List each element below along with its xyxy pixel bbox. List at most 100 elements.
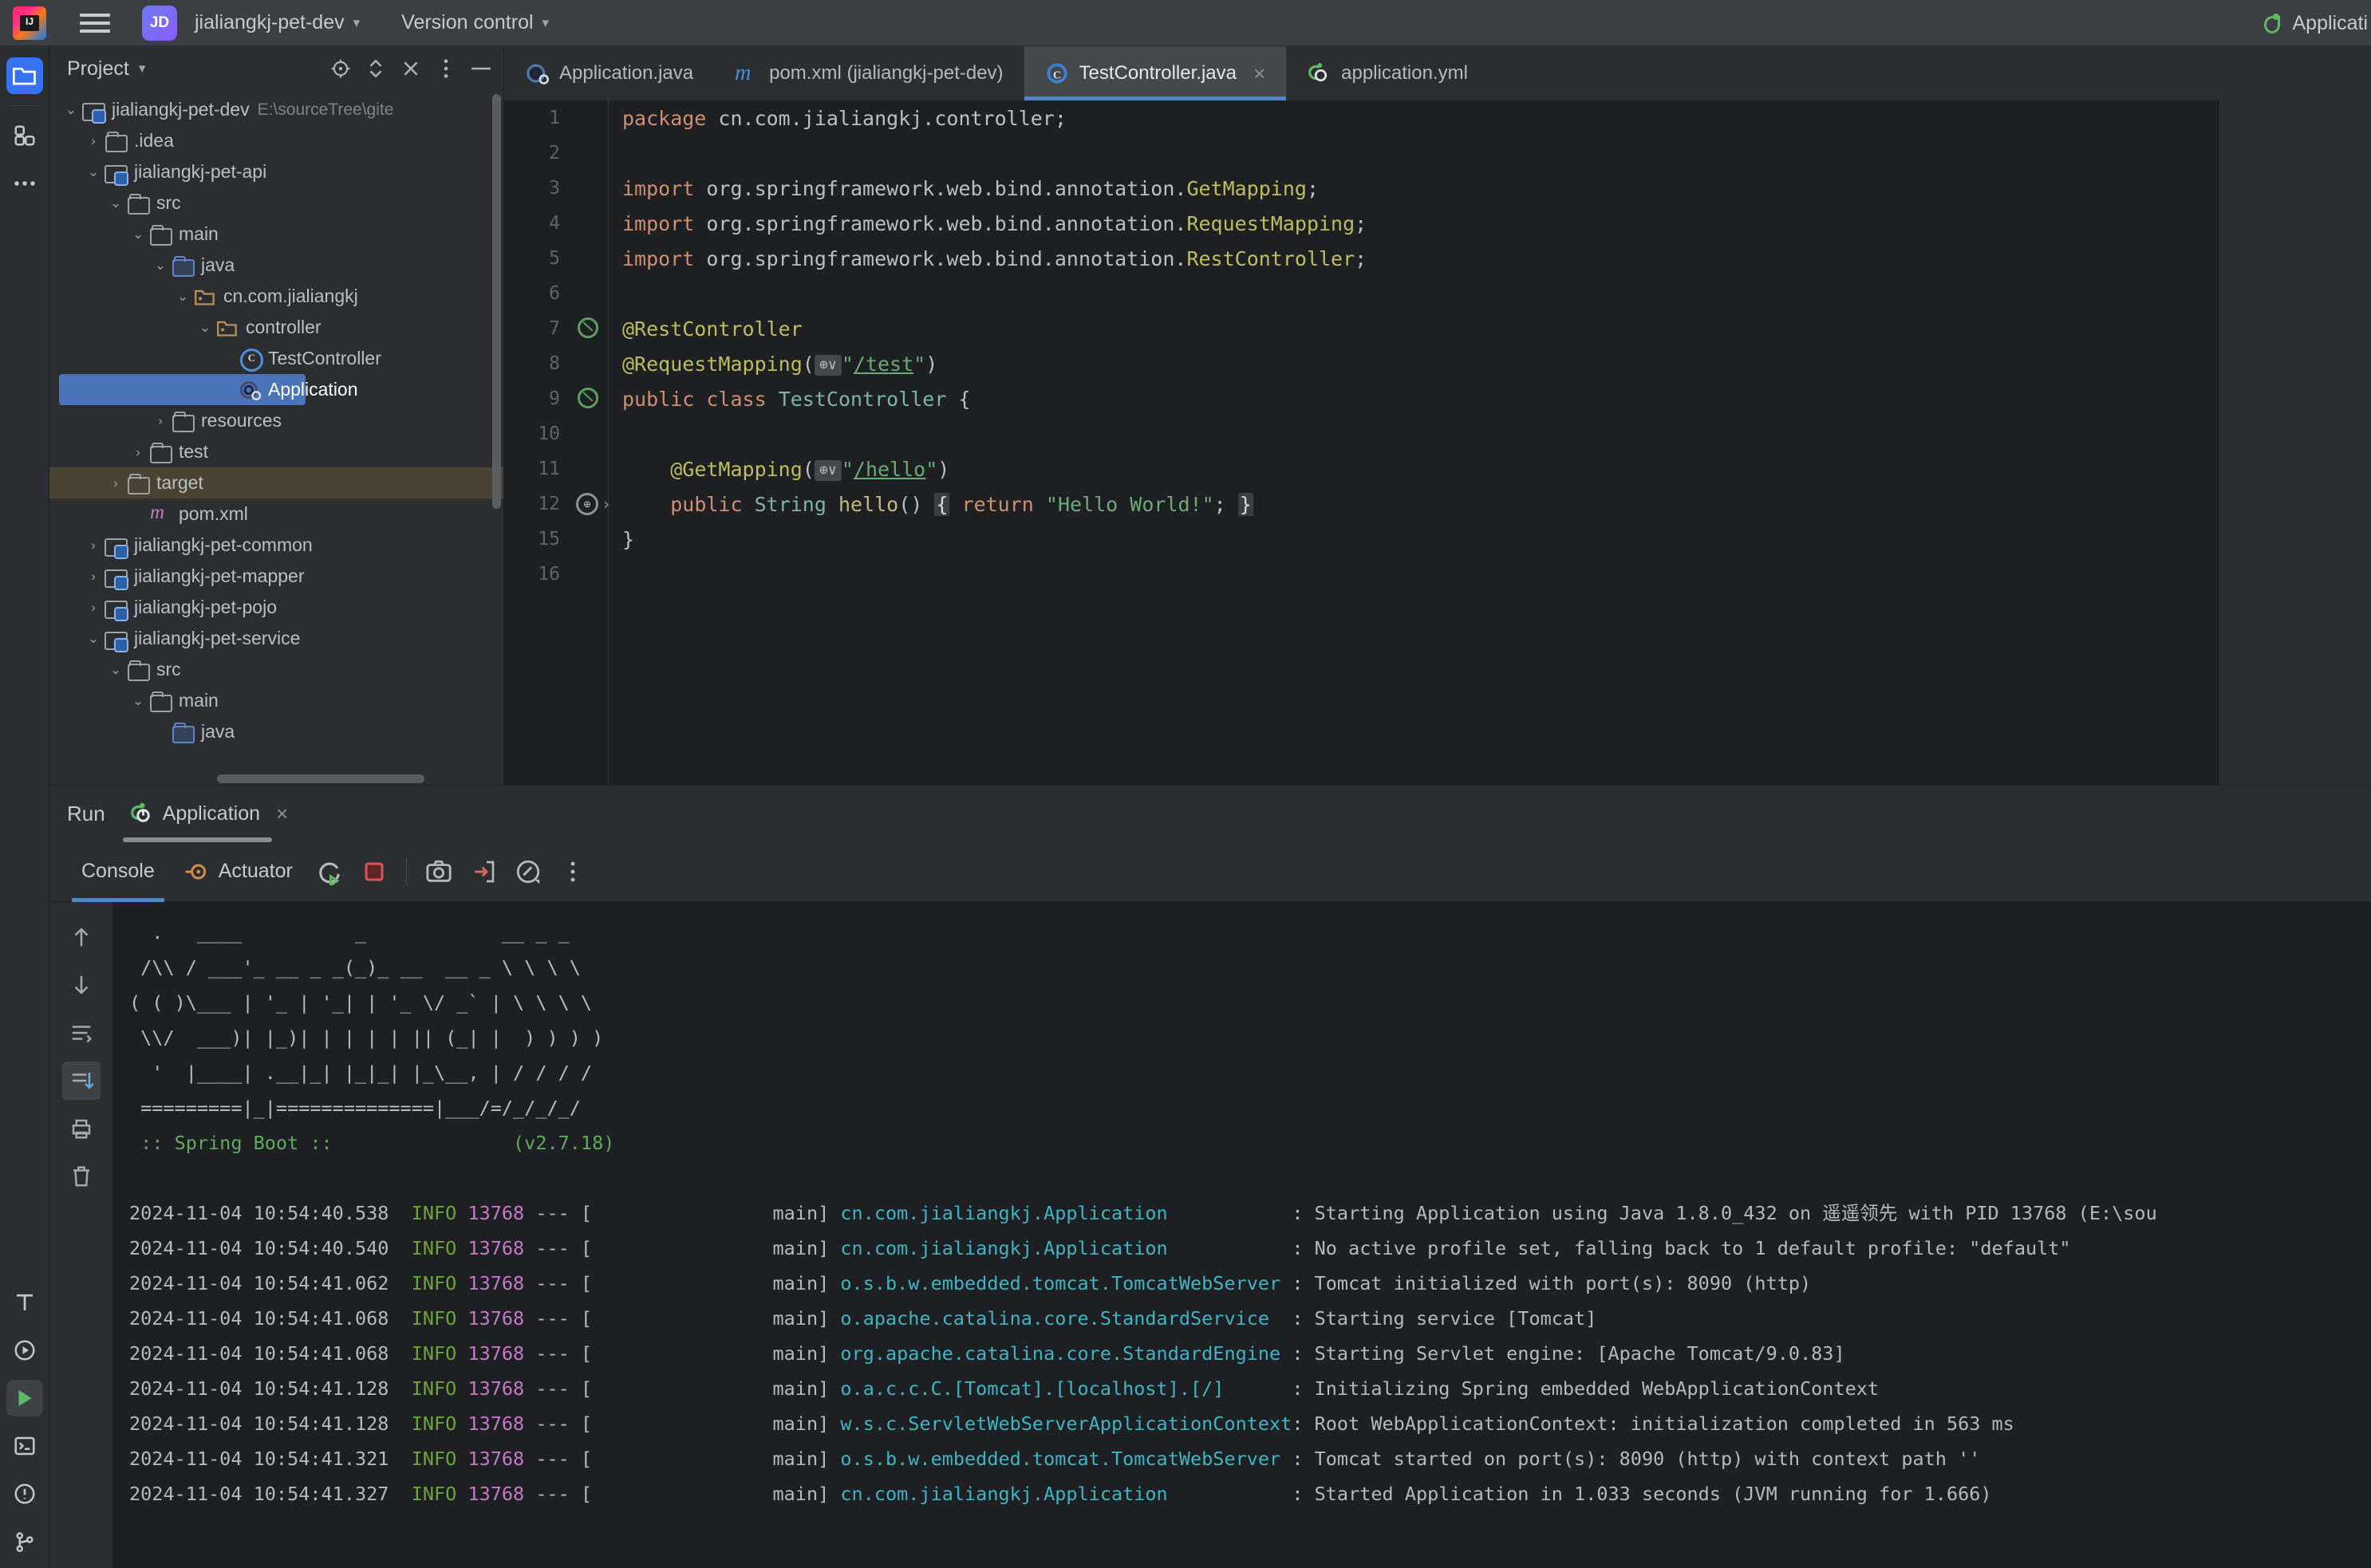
more-options-button[interactable] bbox=[554, 853, 592, 891]
chevron-down-icon[interactable]: ⌄ bbox=[172, 289, 193, 305]
tree-node-jialiangkj-pet-common[interactable]: › jialiangkj-pet-common bbox=[49, 530, 503, 561]
chevron-right-icon[interactable]: › bbox=[105, 475, 126, 491]
chevron-down-icon[interactable]: ⌄ bbox=[61, 102, 81, 118]
sidebar-item-terminal[interactable] bbox=[6, 1428, 43, 1464]
code-line[interactable]: 7 @RestController bbox=[504, 311, 2371, 346]
tree-node-main[interactable]: ⌄ main bbox=[49, 685, 503, 716]
tree-node-target[interactable]: › target bbox=[49, 467, 503, 498]
chevron-down-icon[interactable]: ⌄ bbox=[128, 227, 148, 242]
chevron-right-icon[interactable] bbox=[217, 351, 238, 367]
scroll-up-button[interactable] bbox=[62, 918, 101, 956]
version-control-dropdown[interactable]: Version control ▾ bbox=[395, 8, 555, 37]
sidebar-item-project[interactable] bbox=[6, 57, 43, 94]
editor-tab-application-java[interactable]: Application.java bbox=[504, 46, 714, 100]
tree-node-jialiangkj-pet-api[interactable]: ⌄ jialiangkj-pet-api bbox=[49, 156, 503, 187]
close-icon[interactable]: × bbox=[276, 802, 288, 826]
expand-collapse-button[interactable] bbox=[361, 54, 390, 83]
tree-node-java[interactable]: java bbox=[49, 716, 503, 747]
chevron-right-icon[interactable] bbox=[217, 382, 238, 398]
tree-node-testcontroller[interactable]: TestController bbox=[49, 343, 503, 374]
code-line[interactable]: 2 bbox=[504, 136, 2371, 171]
code-line[interactable]: 5 import org.springframework.web.bind.ann… bbox=[504, 241, 2371, 276]
tree-node-jialiangkj-pet-dev[interactable]: ⌄ jialiangkj-pet-dev E:\sourceTree\gite bbox=[49, 94, 503, 125]
chevron-right-icon[interactable] bbox=[150, 724, 171, 740]
main-menu-hamburger-icon[interactable] bbox=[80, 11, 110, 35]
chevron-right-icon[interactable] bbox=[128, 506, 148, 522]
panel-options-button[interactable] bbox=[432, 54, 460, 83]
code-line[interactable]: 11 @GetMapping(⊕∨ "/hello") bbox=[504, 451, 2371, 487]
editor-tab-testcontroller-java[interactable]: C TestController.java × bbox=[1024, 46, 1287, 100]
web-endpoint-gutter-icon[interactable]: ⊕ bbox=[576, 493, 598, 515]
scroll-to-end-button[interactable] bbox=[61, 1062, 101, 1100]
stop-button[interactable] bbox=[355, 853, 393, 891]
chevron-right-icon[interactable]: › bbox=[602, 494, 611, 514]
chevron-down-icon[interactable]: ⌄ bbox=[83, 631, 104, 647]
tree-node-controller[interactable]: ⌄ controller bbox=[49, 312, 503, 343]
soft-wrap-button[interactable] bbox=[62, 1014, 101, 1052]
code-line[interactable]: 16 bbox=[504, 557, 2371, 592]
sidebar-item-more[interactable] bbox=[6, 165, 43, 202]
inspection-gutter-icon[interactable] bbox=[578, 388, 598, 408]
tree-node-cn-com-jialiangkj[interactable]: ⌄ cn.com.jialiangkj bbox=[49, 281, 503, 312]
close-icon[interactable]: × bbox=[1253, 61, 1265, 86]
code-line[interactable]: 4 import org.springframework.web.bind.ann… bbox=[504, 206, 2371, 241]
sidebar-item-run[interactable] bbox=[6, 1332, 43, 1369]
print-button[interactable] bbox=[62, 1109, 101, 1148]
tab-actuator[interactable]: Actuator bbox=[169, 851, 307, 892]
editor-tab-pom-xml-jialiangkj-pet-dev-[interactable]: m pom.xml (jialiangkj-pet-dev) bbox=[714, 46, 1024, 100]
chevron-right-icon[interactable]: › bbox=[83, 538, 104, 554]
tab-console[interactable]: Console bbox=[67, 852, 169, 903]
profiler-button[interactable] bbox=[509, 853, 547, 891]
project-name-dropdown[interactable]: jialiangkj-pet-dev ▾ bbox=[188, 8, 366, 37]
chevron-down-icon[interactable]: ▾ bbox=[139, 61, 146, 77]
chevron-right-icon[interactable]: › bbox=[150, 413, 171, 429]
code-line[interactable]: 1 package cn.com.jialiangkj.controller; bbox=[504, 100, 2371, 136]
screenshot-button[interactable] bbox=[420, 853, 458, 891]
export-button[interactable] bbox=[464, 853, 503, 891]
tree-node-jialiangkj-pet-service[interactable]: ⌄ jialiangkj-pet-service bbox=[49, 623, 503, 654]
chevron-down-icon[interactable]: ⌄ bbox=[128, 693, 148, 709]
code-line[interactable]: 8 @RequestMapping(⊕∨ "/test") bbox=[504, 346, 2371, 381]
select-opened-file-button[interactable] bbox=[326, 54, 355, 83]
sidebar-item-run-active[interactable] bbox=[6, 1380, 43, 1416]
sidebar-item-problems[interactable] bbox=[6, 1475, 43, 1512]
chevron-right-icon[interactable]: › bbox=[83, 133, 104, 149]
chevron-down-icon[interactable]: ⌄ bbox=[83, 164, 104, 180]
chevron-right-icon[interactable]: › bbox=[128, 444, 148, 460]
tree-node-main[interactable]: ⌄ main bbox=[49, 219, 503, 250]
tree-node-src[interactable]: ⌄ src bbox=[49, 187, 503, 219]
hide-panel-button[interactable] bbox=[467, 54, 495, 83]
inspection-gutter-icon[interactable] bbox=[578, 317, 598, 338]
code-line[interactable]: 3 import org.springframework.web.bind.ann… bbox=[504, 171, 2371, 206]
project-tree[interactable]: ⌄ jialiangkj-pet-dev E:\sourceTree\gite › .i… bbox=[49, 91, 503, 785]
chevron-down-icon[interactable]: ⌄ bbox=[105, 662, 126, 678]
code-line[interactable]: 15} bbox=[504, 522, 2371, 557]
tree-node-pom-xml[interactable]: pom.xml bbox=[49, 498, 503, 530]
chevron-down-icon[interactable]: ⌄ bbox=[195, 320, 215, 336]
code-line[interactable]: 6 bbox=[504, 276, 2371, 311]
sidebar-item-git[interactable] bbox=[6, 1523, 43, 1560]
tree-node-src[interactable]: ⌄ src bbox=[49, 654, 503, 685]
project-tree-horizontal-scrollbar[interactable] bbox=[217, 774, 424, 783]
code-line[interactable]: 9 public class TestController { bbox=[504, 381, 2371, 416]
editor-tab-application-yml[interactable]: application.yml bbox=[1286, 46, 1489, 100]
project-tree-vertical-scrollbar[interactable] bbox=[492, 94, 501, 509]
code-line[interactable]: 12 ⊕ › public String hello() { return "Hel… bbox=[504, 487, 2371, 522]
sidebar-item-typography[interactable] bbox=[6, 1284, 43, 1321]
chevron-down-icon[interactable]: ⌄ bbox=[150, 258, 171, 274]
tree-node-jialiangkj-pet-pojo[interactable]: › jialiangkj-pet-pojo bbox=[49, 592, 503, 623]
chevron-right-icon[interactable]: › bbox=[83, 600, 104, 616]
tree-node-jialiangkj-pet-mapper[interactable]: › jialiangkj-pet-mapper bbox=[49, 561, 503, 592]
console-output[interactable]: . ____ _ __ _ _ /\\ / ___'_ __ _ _(_)_ _… bbox=[113, 902, 2371, 1568]
collapse-all-button[interactable] bbox=[396, 54, 425, 83]
tree-node-java[interactable]: ⌄ java bbox=[49, 250, 503, 281]
chevron-down-icon[interactable]: ⌄ bbox=[105, 195, 126, 211]
chevron-right-icon[interactable]: › bbox=[83, 569, 104, 585]
clear-all-button[interactable] bbox=[62, 1157, 101, 1196]
run-session-tab-application[interactable]: Application × bbox=[122, 797, 295, 842]
tree-node--idea[interactable]: › .idea bbox=[49, 125, 503, 156]
code-line[interactable]: 10 bbox=[504, 416, 2371, 451]
tree-node-application[interactable]: Application bbox=[59, 374, 358, 405]
scroll-down-button[interactable] bbox=[62, 966, 101, 1004]
code-area[interactable]: 1 package cn.com.jialiangkj.controller; 2 … bbox=[504, 100, 2371, 785]
